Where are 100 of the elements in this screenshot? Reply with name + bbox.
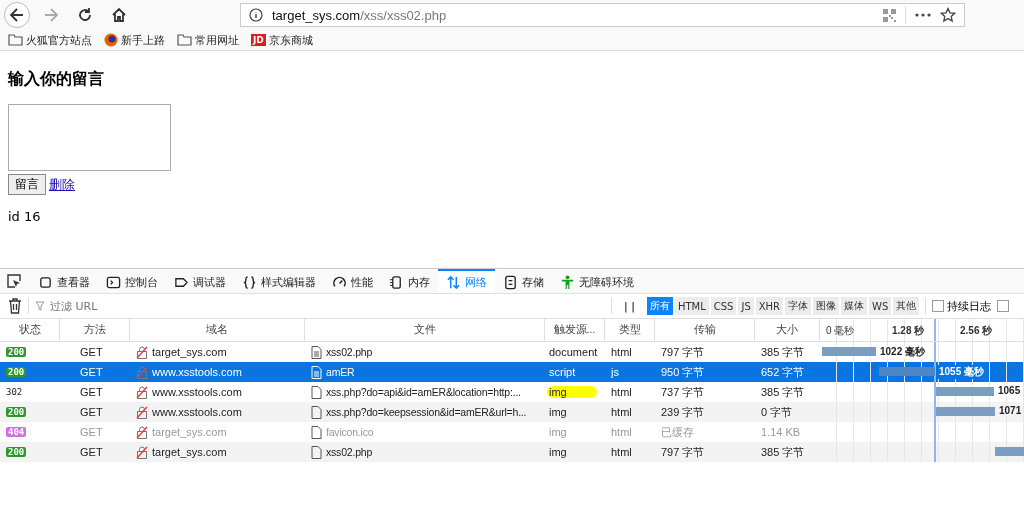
method-cell-text: GET xyxy=(79,365,104,380)
pause-button[interactable]: | | xyxy=(618,299,641,313)
devtools-tab[interactable]: 样式编辑器 xyxy=(234,269,324,293)
file-cell: xss.php?do=keepsession&id=amER&url=h... xyxy=(326,406,527,418)
column-header[interactable]: 方法 xyxy=(60,319,130,341)
type-filter-button[interactable]: XHR xyxy=(755,297,784,315)
frame-icon xyxy=(38,274,53,290)
bookmark-item[interactable]: JD 京东商城 xyxy=(251,32,313,48)
star-icon[interactable] xyxy=(940,7,956,23)
delete-link[interactable]: 删除 xyxy=(49,175,75,194)
cause-cell-text: img xyxy=(548,406,568,418)
checkbox-label: 持续日志 xyxy=(947,298,992,314)
element-picker-icon[interactable] xyxy=(6,273,22,289)
size-cell-text: 385 字节 xyxy=(760,444,806,460)
cause-cell-text: img xyxy=(548,446,568,458)
type-filter-button[interactable]: 图像 xyxy=(813,297,840,315)
timing-bar xyxy=(822,347,876,356)
trash-icon[interactable] xyxy=(8,298,22,314)
timing-bar xyxy=(879,367,935,376)
type-filter-button[interactable]: HTML xyxy=(674,297,709,315)
column-header[interactable]: 大小 xyxy=(755,319,820,341)
home-icon[interactable] xyxy=(110,6,128,24)
request-row[interactable]: 200 GET target_sys.com xss02.php document html 797 字节 385 字节 1022 毫秒 xyxy=(0,342,1024,362)
column-header[interactable]: 文件 xyxy=(305,319,545,341)
checkbox[interactable] xyxy=(932,300,945,312)
more-icon[interactable] xyxy=(915,13,931,17)
type-filter-button[interactable]: JS xyxy=(738,297,754,315)
back-button[interactable] xyxy=(4,2,30,28)
transfer-cell-text: 797 字节 xyxy=(660,444,706,460)
size-cell-text: 1.14 KB xyxy=(760,425,802,440)
domain-cell: www.xsstools.com xyxy=(152,366,242,378)
transfer-cell-text: 已缓存 xyxy=(660,424,695,440)
devtools-tab[interactable]: 存储 xyxy=(495,269,552,293)
type-cell-text: html xyxy=(610,405,633,420)
column-header[interactable]: 域名 xyxy=(130,319,305,341)
timing-label: 1071 xyxy=(998,405,1022,416)
type-cell-text: html xyxy=(610,425,633,440)
insecure-lock-icon xyxy=(136,445,148,459)
filter-field[interactable]: 过滤 URL xyxy=(48,298,572,314)
type-filter-button[interactable]: 媒体 xyxy=(841,297,868,315)
logo-badge: JD xyxy=(251,34,266,46)
type-cell-text: html xyxy=(610,385,633,400)
request-row[interactable]: 200 GET www.xsstools.com amER script js 950 字节 652 字节 1055 毫秒 xyxy=(0,362,1024,382)
bookmark-label: 京东商城 xyxy=(268,32,313,48)
bookmark-label: 常用网址 xyxy=(195,32,239,48)
bookmark-label: 新手上路 xyxy=(121,32,165,48)
file-cell: xss.php?do=api&id=amER&location=http:... xyxy=(326,386,521,398)
column-header[interactable]: 状态 xyxy=(0,319,60,341)
request-row[interactable]: 200 GET target_sys.com xss02.php img html 797 字节 385 字节 xyxy=(0,442,1024,462)
type-filter-button[interactable]: 字体 xyxy=(785,297,812,315)
devtools-tab[interactable]: 调试器 xyxy=(166,269,234,293)
reload-icon[interactable] xyxy=(76,6,94,24)
transfer-cell-text: 239 字节 xyxy=(660,404,706,420)
storage-icon xyxy=(503,274,518,290)
devtools-tab[interactable]: 控制台 xyxy=(98,269,166,293)
domain-cell: www.xsstools.com xyxy=(152,386,242,398)
type-filter-button[interactable]: WS xyxy=(869,297,892,315)
type-filter-button[interactable]: 所有 xyxy=(646,297,673,315)
message-field[interactable] xyxy=(8,104,171,171)
cause-cell: img xyxy=(547,386,597,398)
page-heading: 输入你的留言 xyxy=(8,68,105,90)
column-header[interactable]: 触发源... xyxy=(545,319,605,341)
method-cell-text: GET xyxy=(79,405,104,420)
submit-button[interactable]: 留言 xyxy=(8,174,46,195)
type-filter-button[interactable]: 其他 xyxy=(893,297,920,315)
devtools-tab[interactable]: 无障碍环境 xyxy=(552,269,642,293)
devtools-tab[interactable]: 查看器 xyxy=(30,269,98,293)
request-row[interactable]: 200 GET www.xsstools.com xss.php?do=keepsession&id=amER&url=h... img html 239 字节 0 字节 1071 xyxy=(0,402,1024,422)
filter-icon xyxy=(35,301,45,311)
request-row[interactable]: 302 GET www.xsstools.com xss.php?do=api&id=amER&location=http:... img html 737 字节 385 字节 1065 xyxy=(0,382,1024,402)
insecure-lock-icon xyxy=(136,385,148,399)
size-cell-text: 385 字节 xyxy=(760,384,806,400)
status-badge: 200 xyxy=(6,447,27,457)
cause-cell-text: script xyxy=(548,366,577,378)
devtools-tab[interactable]: 内存 xyxy=(381,269,438,293)
status-badge: 200 xyxy=(6,347,27,357)
domain-cell: target_sys.com xyxy=(152,346,227,358)
column-header[interactable]: 类型 xyxy=(605,319,655,341)
timing-bar xyxy=(936,387,994,396)
file-cell: amER xyxy=(326,366,355,378)
checkbox[interactable] xyxy=(997,300,1010,312)
column-header[interactable]: 传输 xyxy=(655,319,755,341)
method-cell-text: GET xyxy=(79,425,104,440)
document-icon xyxy=(311,385,322,399)
domain-cell: target_sys.com xyxy=(152,446,227,458)
bookmark-item[interactable]: 火狐官方站点 xyxy=(8,32,92,48)
bookmark-item[interactable]: 新手上路 xyxy=(104,32,165,48)
method-cell-text: GET xyxy=(79,345,104,360)
address-bar[interactable]: target_sys.com/xss/xss02.php xyxy=(240,3,965,27)
document-icon xyxy=(311,345,322,359)
qr-code-icon[interactable] xyxy=(883,8,896,22)
devtools-tab[interactable]: 性能 xyxy=(324,269,381,293)
document-icon xyxy=(311,445,322,459)
insecure-lock-icon xyxy=(136,425,148,439)
devtools-tab[interactable]: 网络 xyxy=(438,269,495,293)
bookmark-label: 火狐官方站点 xyxy=(26,32,92,48)
bookmark-item[interactable]: 常用网址 xyxy=(177,32,239,48)
document-icon xyxy=(311,425,322,439)
info-icon[interactable] xyxy=(249,8,263,22)
type-filter-button[interactable]: CSS xyxy=(710,297,737,315)
